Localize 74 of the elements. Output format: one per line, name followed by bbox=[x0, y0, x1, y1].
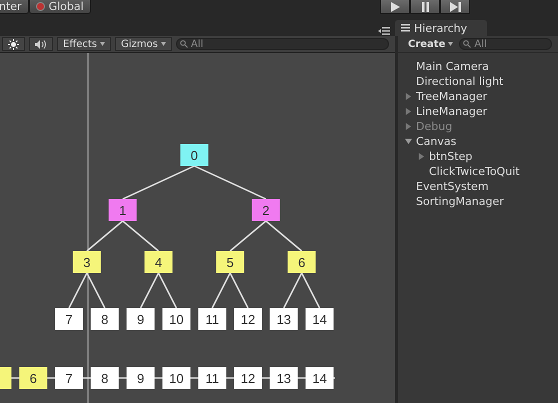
play-icon bbox=[390, 2, 400, 12]
pivot-button[interactable]: nter bbox=[0, 0, 29, 14]
play-button[interactable] bbox=[380, 0, 410, 14]
tree-node: 12 bbox=[234, 308, 262, 330]
pause-button[interactable] bbox=[410, 0, 440, 14]
effects-dropdown[interactable]: Effects bbox=[57, 37, 111, 51]
audio-button[interactable] bbox=[29, 37, 53, 51]
tree-edge bbox=[212, 272, 231, 308]
array-element: 13 bbox=[270, 367, 298, 389]
hierarchy-item[interactable]: Canvas bbox=[416, 135, 456, 148]
caret-icon bbox=[160, 42, 166, 46]
tree-node: 3 bbox=[72, 251, 101, 273]
list-icon bbox=[401, 24, 410, 32]
hierarchy-item[interactable]: TreeManager bbox=[416, 90, 488, 103]
tree-edge bbox=[229, 272, 249, 308]
space-button[interactable]: Global bbox=[28, 0, 91, 14]
step-button[interactable] bbox=[440, 0, 470, 14]
hierarchy-item[interactable]: SortingManager bbox=[416, 195, 504, 208]
tree-node: 9 bbox=[126, 308, 155, 330]
tree-node: 1 bbox=[108, 199, 137, 221]
array-element bbox=[0, 367, 12, 389]
collapsed-arrow-icon[interactable] bbox=[405, 108, 412, 115]
tree-edge bbox=[122, 220, 159, 252]
tree-edge bbox=[140, 272, 160, 308]
tree-edge bbox=[265, 220, 302, 252]
hierarchy-item[interactable]: LineManager bbox=[416, 105, 488, 118]
search-field[interactable]: All bbox=[459, 38, 552, 50]
tree-node: 14 bbox=[306, 308, 334, 330]
caret-icon bbox=[100, 42, 105, 46]
collapsed-arrow-icon[interactable] bbox=[418, 153, 425, 160]
array-element: 10 bbox=[162, 367, 190, 389]
search-field[interactable]: All bbox=[176, 38, 389, 50]
tree-edge bbox=[158, 272, 178, 308]
hierarchy-item[interactable]: Main Camera bbox=[416, 60, 489, 73]
speaker-icon bbox=[35, 40, 47, 48]
tree-edge bbox=[86, 272, 106, 308]
hierarchy-item[interactable]: Directional light bbox=[416, 75, 504, 88]
tree-edge bbox=[283, 272, 302, 308]
tree-node: 6 bbox=[288, 251, 316, 273]
tree-edge bbox=[230, 220, 266, 252]
menu-icon[interactable] bbox=[378, 27, 390, 35]
tree-node: 0 bbox=[180, 144, 208, 166]
hierarchy-tab[interactable]: Hierarchy bbox=[395, 20, 487, 36]
hierarchy-item[interactable]: btnStep bbox=[429, 150, 472, 163]
tree-node: 13 bbox=[270, 308, 298, 330]
array-element: 9 bbox=[126, 367, 155, 389]
lighting-button[interactable] bbox=[2, 37, 25, 51]
step-icon bbox=[450, 2, 460, 12]
hierarchy-item[interactable]: EventSystem bbox=[416, 180, 489, 193]
pause-icon bbox=[420, 2, 430, 12]
tree-node: 7 bbox=[55, 308, 83, 330]
expanded-arrow-icon[interactable] bbox=[405, 138, 412, 145]
gizmos-dropdown[interactable]: Gizmos bbox=[115, 37, 172, 51]
hierarchy-item[interactable]: ClickTwiceToQuit bbox=[429, 165, 520, 178]
array-element: 7 bbox=[55, 367, 83, 389]
tree-edge bbox=[68, 272, 88, 308]
tree-edge bbox=[86, 220, 124, 252]
tree-edge bbox=[301, 272, 320, 308]
tree-node: 2 bbox=[252, 199, 280, 221]
array-element: 6 bbox=[19, 367, 48, 389]
tree-node: 4 bbox=[144, 251, 172, 273]
sun-icon bbox=[8, 38, 19, 50]
caret-icon bbox=[448, 42, 454, 46]
array-element: 14 bbox=[306, 367, 334, 389]
array-element: 8 bbox=[90, 367, 119, 389]
circle-icon bbox=[36, 2, 45, 11]
collapsed-arrow-icon[interactable] bbox=[405, 93, 412, 100]
tree-node: 8 bbox=[90, 308, 119, 330]
tree-node: 5 bbox=[216, 251, 244, 273]
array-element: 12 bbox=[234, 367, 262, 389]
tree-node: 11 bbox=[198, 308, 226, 330]
tree-node: 10 bbox=[162, 308, 190, 330]
array-element: 11 bbox=[198, 367, 226, 389]
create-dropdown[interactable]: Create bbox=[406, 38, 456, 50]
